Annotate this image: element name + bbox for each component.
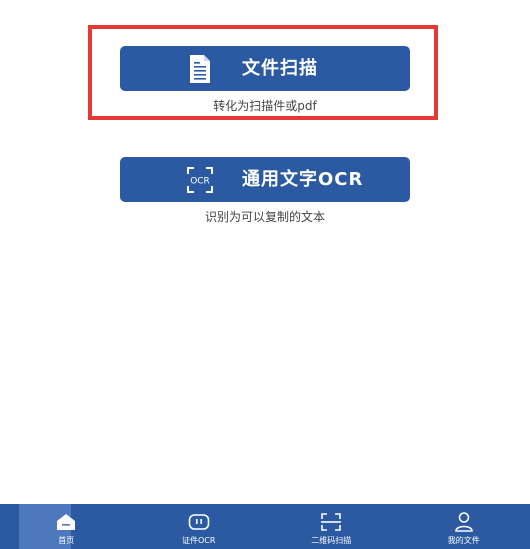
document-icon (186, 54, 214, 84)
ocr-scan-icon: OCR (186, 165, 214, 195)
general-ocr-label: 通用文字OCR (242, 169, 364, 190)
file-scan-label: 文件扫描 (242, 58, 318, 79)
tab-qr-scan-label: 二维码扫描 (311, 536, 352, 545)
general-ocr-subtitle: 识别为可以复制的文本 (204, 210, 325, 224)
qr-scan-icon (320, 511, 342, 533)
bottom-tab-bar: 首页 证件OCR 二维码扫描 我的文件 (0, 504, 530, 549)
user-icon (453, 511, 475, 533)
general-ocr-button[interactable]: OCR 通用文字OCR (120, 157, 410, 202)
id-card-icon (188, 511, 210, 533)
tab-id-ocr-label: 证件OCR (182, 536, 216, 545)
file-scan-subtitle: 转化为扫描件或pdf (213, 99, 317, 113)
tab-qr-scan[interactable]: 二维码扫描 (265, 504, 398, 549)
tab-id-ocr[interactable]: 证件OCR (133, 504, 266, 549)
tab-home[interactable]: 首页 (0, 504, 133, 549)
ocr-icon-text: OCR (190, 177, 210, 187)
tab-home-label: 首页 (58, 536, 75, 545)
home-icon (55, 511, 77, 533)
tab-my-files[interactable]: 我的文件 (398, 504, 530, 549)
file-scan-button[interactable]: 文件扫描 (120, 46, 410, 91)
tab-my-files-label: 我的文件 (447, 536, 480, 545)
